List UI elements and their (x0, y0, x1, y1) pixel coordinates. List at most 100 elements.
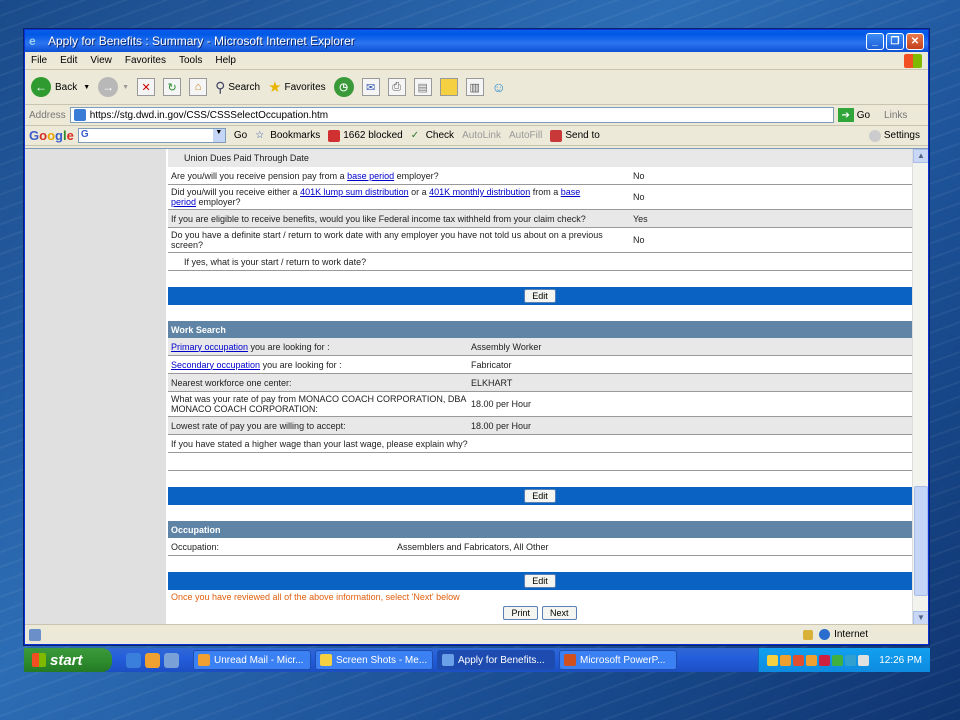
task-screen-shots[interactable]: Screen Shots - Me... (315, 650, 433, 670)
back-button[interactable]: ← Back ▼ (31, 77, 90, 97)
print-button[interactable]: ⎙ (387, 78, 406, 96)
lowest-answer: 18.00 per Hour (471, 420, 532, 431)
401k-question: Did you/will you receive either a 401K l… (171, 185, 631, 209)
favorites-label: Favorites (284, 81, 326, 93)
chevron-down-icon[interactable]: ▼ (212, 129, 225, 142)
minimize-button[interactable]: _ (866, 32, 884, 50)
stop-icon: ✕ (137, 78, 156, 96)
standard-toolbar: ← Back ▼ → ▼ ✕ ↻ ⌂ ⚲ Search ★ Favorites … (25, 70, 928, 105)
maximize-button[interactable]: ❐ (886, 32, 904, 50)
tray-volume-icon[interactable] (845, 654, 857, 666)
google-search-input[interactable]: G ▼ (77, 128, 226, 143)
higher-wage-question: If you have stated a higher wage than yo… (171, 438, 468, 449)
edit-button[interactable]: Edit (524, 289, 556, 303)
menu-file[interactable]: File (31, 55, 47, 66)
autolink-button[interactable]: AutoLink (462, 130, 501, 141)
popup-blocker[interactable]: 1662 blocked (328, 129, 403, 142)
tray-app-icon[interactable] (806, 654, 818, 666)
tray-outlook-icon[interactable] (780, 654, 792, 666)
google-go-button[interactable]: Go (234, 130, 247, 141)
base-period-link-cont[interactable]: period (171, 197, 196, 207)
history-button[interactable]: ◷ (333, 77, 354, 97)
menu-tools[interactable]: Tools (179, 55, 202, 66)
address-input[interactable]: https://stg.dwd.in.gov/CSS/CSSSelectOccu… (69, 107, 834, 123)
autolink-label: AutoLink (462, 130, 501, 141)
ie-icon[interactable] (126, 652, 141, 668)
401k-lump-sum-link[interactable]: 401K lump sum distribution (300, 187, 409, 197)
tray-network-icon[interactable] (832, 654, 844, 666)
pension-question: Are you/will you receive pension pay fro… (171, 169, 631, 183)
menu-favorites[interactable]: Favorites (125, 55, 166, 66)
folder-button[interactable] (439, 78, 458, 96)
lock-icon (803, 629, 814, 640)
tray-mcafee-icon[interactable] (819, 654, 831, 666)
home-button[interactable]: ⌂ (189, 78, 208, 96)
media-icon[interactable] (164, 652, 179, 668)
task-unread-mail[interactable]: Unread Mail - Micr... (193, 650, 311, 670)
links-button[interactable]: Links (884, 110, 907, 121)
star-icon: ★ (268, 79, 282, 96)
security-zone: Internet (803, 629, 928, 640)
scroll-up-icon[interactable]: ▲ (913, 149, 928, 163)
tray-alert-icon[interactable] (793, 654, 805, 666)
print-button[interactable]: Print (503, 606, 538, 620)
menu-help[interactable]: Help (215, 55, 236, 66)
edit-button[interactable]: Edit (524, 489, 556, 503)
spell-check-button[interactable]: ✓ Check (411, 130, 454, 142)
occupation-row: Occupation: Assemblers and Fabricators, … (168, 538, 912, 556)
ie-icon (442, 654, 454, 666)
task-powerpoint[interactable]: Microsoft PowerP... (559, 650, 677, 670)
autofill-button[interactable]: AutoFill (509, 130, 542, 141)
scroll-down-icon[interactable]: ▼ (913, 611, 928, 625)
favorites-button[interactable]: ★ Favorites (268, 78, 326, 96)
scroll-thumb[interactable] (914, 486, 928, 596)
tax-answer: Yes (633, 213, 648, 224)
primary-question: Primary occupation you are looking for : (171, 340, 469, 354)
research-icon: ▥ (465, 78, 484, 96)
secondary-occupation-link[interactable]: Secondary occupation (171, 360, 260, 370)
base-period-link[interactable]: base period (347, 171, 394, 181)
menu-edit[interactable]: Edit (60, 55, 77, 66)
page-viewport: Union Dues Paid Through Date Are you/wil… (25, 148, 928, 625)
edit-page-button[interactable]: ▤ (413, 78, 432, 96)
401k-text-end: employer? (196, 197, 241, 207)
research-button[interactable]: ▥ (465, 78, 484, 96)
primary-answer: Assembly Worker (471, 341, 542, 352)
go-button[interactable]: ➔ Go (837, 108, 870, 122)
settings-label: Settings (883, 130, 920, 141)
start-answer: No (633, 235, 645, 245)
vertical-scrollbar[interactable]: ▲ ▼ (912, 149, 928, 625)
window-title: Apply for Benefits : Summary - Microsoft… (48, 34, 355, 48)
search-button[interactable]: ⚲ Search (215, 79, 260, 96)
outlook-icon[interactable] (145, 652, 160, 668)
send-to-button[interactable]: Send to (550, 129, 600, 142)
windows-logo-icon (904, 53, 922, 68)
edit-button[interactable]: Edit (524, 574, 556, 588)
stop-button[interactable]: ✕ (137, 78, 156, 96)
tray-update-icon[interactable] (858, 654, 870, 666)
401k-row: Did you/will you receive either a 401K l… (168, 185, 912, 210)
task-label: Apply for Benefits... (458, 654, 545, 666)
base-period-link[interactable]: base (561, 187, 581, 197)
401k-monthly-link[interactable]: 401K monthly distribution (429, 187, 530, 197)
start-button[interactable]: start (24, 648, 112, 672)
mail-button[interactable]: ✉ (361, 78, 380, 96)
close-button[interactable]: ✕ (906, 32, 924, 50)
rate-of-pay-row: What was your rate of pay from MONACO CO… (168, 392, 912, 417)
tax-row: If you are eligible to receive benefits,… (168, 210, 912, 228)
refresh-button[interactable]: ↻ (163, 78, 182, 96)
settings-button[interactable]: Settings (868, 129, 920, 142)
messenger-button[interactable]: ☺ (492, 79, 506, 95)
next-button[interactable]: Next (542, 606, 577, 620)
union-dues-row: Union Dues Paid Through Date (168, 149, 912, 167)
bookmarks-button[interactable]: ☆ Bookmarks (255, 130, 320, 142)
forward-button[interactable]: → ▼ (98, 77, 129, 97)
center-answer: ELKHART (471, 377, 513, 388)
forward-arrow-icon: → (98, 77, 119, 97)
menu-view[interactable]: View (90, 55, 112, 66)
tray-mail-icon[interactable] (767, 654, 779, 666)
primary-occupation-link[interactable]: Primary occupation (171, 342, 248, 352)
task-apply-for-benefits[interactable]: Apply for Benefits... (437, 650, 555, 670)
folder-icon (439, 78, 458, 96)
